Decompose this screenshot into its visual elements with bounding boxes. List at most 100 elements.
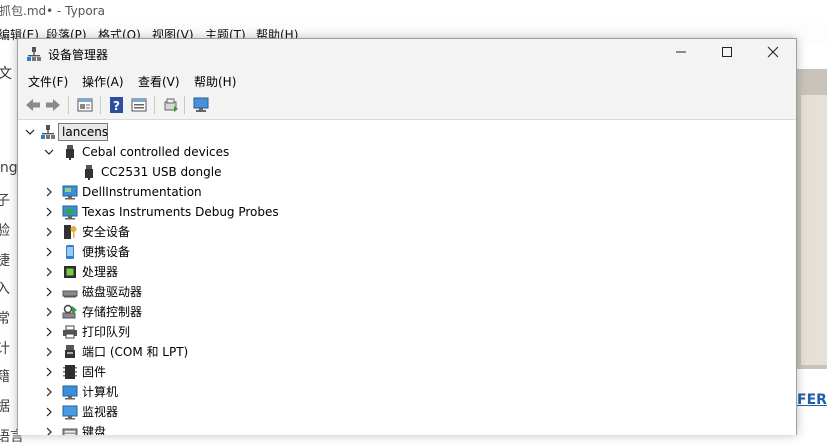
keyboard-icon bbox=[62, 428, 78, 435]
toolbar-separator bbox=[100, 96, 101, 114]
scan-hardware-icon[interactable] bbox=[162, 96, 180, 114]
window-title: 设备管理器 bbox=[48, 48, 109, 62]
maximize-button[interactable] bbox=[704, 39, 750, 69]
toolbar-separator bbox=[184, 96, 185, 114]
menubar: 文件(F) 操作(A) 查看(V) 帮助(H) bbox=[18, 69, 796, 91]
chevron-right-icon[interactable] bbox=[43, 203, 55, 221]
forward-icon[interactable] bbox=[44, 96, 62, 114]
tree-node-label: 存储控制器 bbox=[82, 305, 143, 319]
tree-node-cc2531[interactable]: CC2531 USB dongle bbox=[18, 163, 318, 181]
bg-side-item[interactable]: 计 bbox=[0, 338, 10, 358]
chevron-right-icon[interactable] bbox=[43, 243, 55, 261]
device-manager-icon bbox=[27, 47, 41, 61]
computer-root-icon bbox=[41, 125, 55, 139]
tree-node-disk-drives[interactable]: 磁盘驱动器 bbox=[18, 283, 318, 301]
computer-icon bbox=[62, 385, 78, 400]
background-side-tab[interactable]: 文 bbox=[0, 63, 12, 83]
chevron-right-icon[interactable] bbox=[43, 403, 55, 421]
background-paper bbox=[801, 95, 827, 365]
bg-side-item[interactable]: 捷 bbox=[0, 250, 10, 270]
tree-node-label: 处理器 bbox=[82, 265, 119, 279]
tree-node-processors[interactable]: 处理器 bbox=[18, 263, 318, 281]
device-tree: lancens Cebal controlled devices CC2531 … bbox=[18, 123, 796, 435]
tree-node-security-devices[interactable]: 安全设备 bbox=[18, 223, 318, 241]
chevron-right-icon[interactable] bbox=[43, 303, 55, 321]
chevron-right-icon[interactable] bbox=[43, 383, 55, 401]
tree-node-label: Texas Instruments Debug Probes bbox=[82, 205, 279, 219]
background-app-titlebar[interactable]: 抓包.md• - Typora bbox=[0, 0, 827, 22]
close-icon bbox=[767, 46, 779, 58]
tree-node-label: DellInstrumentation bbox=[82, 185, 202, 199]
bg-side-item[interactable]: 常 bbox=[0, 308, 10, 328]
tree-node-label: 磁盘驱动器 bbox=[82, 285, 143, 299]
background-link[interactable]: FER bbox=[797, 392, 827, 408]
titlebar[interactable]: 设备管理器 bbox=[18, 39, 796, 69]
menu-view[interactable]: 查看(V) bbox=[138, 73, 180, 90]
minimize-icon bbox=[676, 51, 686, 53]
chevron-right-icon[interactable] bbox=[43, 283, 55, 301]
chevron-down-icon[interactable] bbox=[43, 143, 55, 161]
tree-node-computer[interactable]: 计算机 bbox=[18, 383, 318, 401]
bg-side-item[interactable]: 入 bbox=[0, 278, 10, 298]
toolbar: ? bbox=[18, 91, 796, 120]
usb-plug-icon bbox=[66, 145, 74, 160]
bg-side-item[interactable]: ing bbox=[0, 160, 18, 176]
bg-side-item[interactable]: 子 bbox=[0, 190, 10, 210]
tree-node-label: Cebal controlled devices bbox=[82, 145, 230, 159]
menu-help[interactable]: 帮助(H) bbox=[194, 73, 236, 90]
bg-side-item[interactable]: 验 bbox=[0, 220, 10, 240]
security-device-icon bbox=[64, 225, 77, 239]
tree-node-ti-debug-probes[interactable]: Texas Instruments Debug Probes bbox=[18, 203, 318, 221]
menu-file[interactable]: 文件(F) bbox=[28, 73, 68, 90]
properties-icon[interactable] bbox=[76, 96, 94, 114]
tree-node-portable-devices[interactable]: 便携设备 bbox=[18, 243, 318, 261]
tree-node-dellinstrumentation[interactable]: DellInstrumentation bbox=[18, 183, 318, 201]
back-icon[interactable] bbox=[24, 96, 42, 114]
tree-node-label: 端口 (COM 和 LPT) bbox=[82, 345, 189, 359]
chevron-right-icon[interactable] bbox=[43, 263, 55, 281]
port-icon bbox=[65, 345, 75, 358]
minimize-button[interactable] bbox=[658, 39, 704, 69]
disk-drive-icon bbox=[62, 290, 78, 298]
monitor-icon[interactable] bbox=[192, 96, 210, 114]
processor-icon bbox=[64, 266, 76, 278]
close-button[interactable] bbox=[750, 39, 796, 69]
tree-node-label: 监视器 bbox=[82, 405, 119, 419]
tree-node-label: 键盘 bbox=[82, 425, 107, 435]
bg-side-item[interactable]: 籍 bbox=[0, 366, 10, 386]
tree-node-firmware[interactable]: 固件 bbox=[18, 363, 318, 381]
dell-instrumentation-icon bbox=[62, 185, 78, 200]
toolbar-separator bbox=[154, 96, 155, 114]
tree-node-label: 固件 bbox=[82, 365, 107, 379]
tree-node-cebal[interactable]: Cebal controlled devices bbox=[18, 143, 318, 161]
chevron-right-icon[interactable] bbox=[43, 183, 55, 201]
chevron-down-icon[interactable] bbox=[24, 123, 36, 141]
tree-node-keyboards[interactable]: 键盘 bbox=[18, 423, 318, 435]
tree-root[interactable]: lancens bbox=[18, 123, 218, 141]
chevron-right-icon[interactable] bbox=[43, 323, 55, 341]
tree-node-label: 安全设备 bbox=[82, 225, 131, 239]
help-icon[interactable]: ? bbox=[108, 96, 126, 114]
tree-node-label: 便携设备 bbox=[82, 245, 131, 259]
menu-action[interactable]: 操作(A) bbox=[82, 73, 124, 90]
background-image bbox=[797, 69, 827, 369]
monitor-icon bbox=[62, 405, 78, 420]
chevron-right-icon[interactable] bbox=[43, 223, 55, 241]
chevron-right-icon[interactable] bbox=[43, 363, 55, 381]
tree-node-label: CC2531 USB dongle bbox=[101, 165, 222, 179]
firmware-icon bbox=[63, 365, 77, 379]
tree-node-monitors[interactable]: 监视器 bbox=[18, 403, 318, 421]
portable-device-icon bbox=[66, 245, 74, 259]
svg-text:?: ? bbox=[113, 99, 120, 113]
tree-node-print-queues[interactable]: 打印队列 bbox=[18, 323, 318, 341]
device-view-icon[interactable] bbox=[130, 96, 148, 114]
chevron-right-icon[interactable] bbox=[43, 343, 55, 361]
tree-node-storage-controllers[interactable]: 存储控制器 bbox=[18, 303, 318, 321]
toolbar-separator bbox=[68, 96, 69, 114]
storage-controller-icon bbox=[62, 304, 77, 319]
tree-node-ports[interactable]: 端口 (COM 和 LPT) bbox=[18, 343, 318, 361]
maximize-icon bbox=[722, 47, 732, 57]
printer-icon bbox=[63, 325, 77, 339]
chevron-right-icon[interactable] bbox=[43, 423, 55, 435]
bg-side-item[interactable]: 据 bbox=[0, 396, 10, 416]
